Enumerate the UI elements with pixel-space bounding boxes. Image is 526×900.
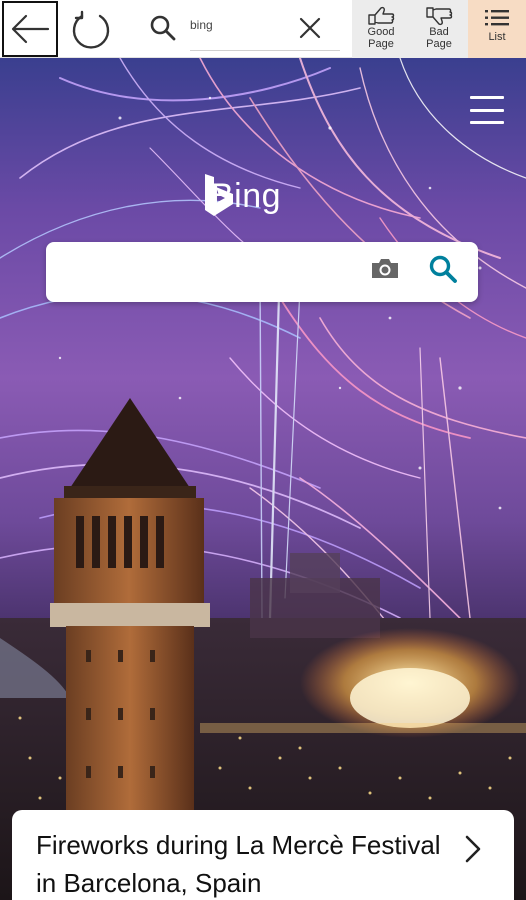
bing-b-icon xyxy=(205,174,233,216)
close-icon xyxy=(299,17,321,39)
camera-icon xyxy=(372,259,398,278)
list-label: List xyxy=(488,31,506,43)
image-caption-card[interactable]: Fireworks during La Mercè Festival in Ba… xyxy=(12,810,514,900)
reload-icon xyxy=(72,10,110,49)
thumbs-down-icon xyxy=(426,7,453,26)
search-icon[interactable] xyxy=(146,10,180,46)
browser-toolbar: Good Page Bad Page List xyxy=(0,0,526,58)
good-page-label-1: Good xyxy=(367,26,395,38)
bing-homepage-background: Bing Fireworks during La Mercè Festival … xyxy=(0,58,526,900)
good-page-button[interactable]: Good Page xyxy=(352,0,410,58)
image-caption-text: Fireworks during La Mercè Festival in Ba… xyxy=(36,830,441,898)
bad-page-button[interactable]: Bad Page xyxy=(410,0,468,58)
bing-search-box xyxy=(46,242,478,302)
list-icon xyxy=(485,10,509,26)
bad-page-label-2: Page xyxy=(426,38,452,50)
thumbs-up-icon xyxy=(368,6,395,25)
bing-search-input[interactable] xyxy=(62,256,362,288)
clear-address-button[interactable] xyxy=(292,10,328,46)
list-button[interactable]: List xyxy=(468,0,526,58)
arrow-left-icon xyxy=(11,14,50,44)
good-page-label-2: Page xyxy=(368,38,394,50)
menu-line xyxy=(470,108,504,112)
bing-logo[interactable]: Bing xyxy=(203,172,281,220)
bing-search-button[interactable] xyxy=(428,254,464,290)
address-input[interactable] xyxy=(190,12,290,38)
chevron-right-icon[interactable] xyxy=(464,834,494,864)
hamburger-menu-icon[interactable] xyxy=(470,96,504,124)
search-icon xyxy=(429,255,457,283)
reload-button[interactable] xyxy=(66,6,116,54)
back-button[interactable] xyxy=(2,1,58,57)
bad-page-label-1: Bad xyxy=(429,26,449,38)
menu-line xyxy=(470,96,504,99)
menu-line xyxy=(470,121,504,124)
address-underline xyxy=(190,50,340,51)
visual-search-button[interactable] xyxy=(370,256,404,288)
